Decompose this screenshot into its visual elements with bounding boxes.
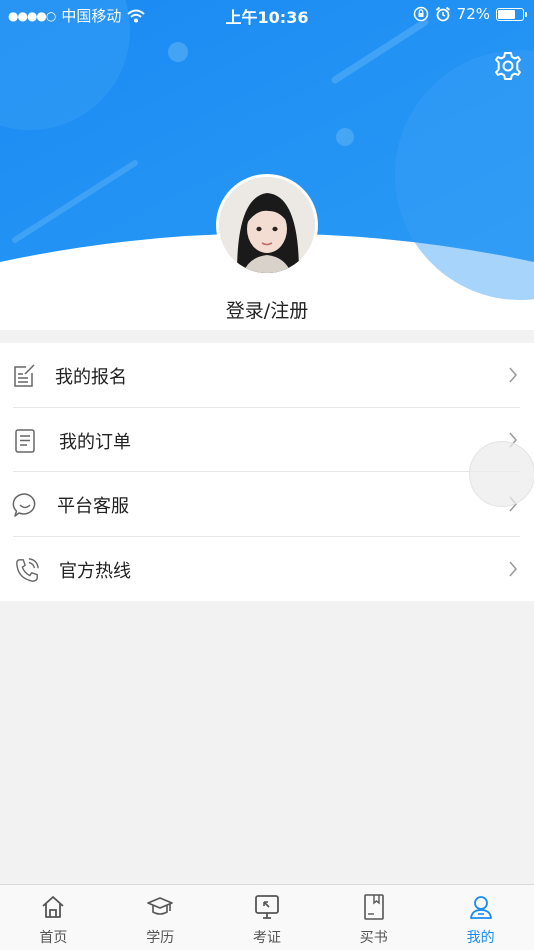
tab-label: 买书 [359,930,388,946]
tab-education[interactable]: 学历 [107,885,214,950]
phone-icon [16,557,39,582]
tab-label: 考证 [252,930,281,946]
book-icon [363,894,384,920]
menu-item-label: 我的订单 [59,431,131,453]
user-icon [469,896,492,919]
tab-label: 学历 [146,930,175,946]
alarm-icon [435,6,450,22]
profile-header: ●●●●○ 中国移动 上午10:36 72% 登录/注册 [0,0,534,330]
tab-books[interactable]: 买书 [320,885,427,950]
menu-item-label: 平台客服 [57,496,129,517]
chat-bubble-icon [12,493,36,517]
tab-home[interactable]: 首页 [0,885,107,950]
edit-note-icon [14,364,35,387]
chevron-right-icon [509,561,517,576]
tab-label: 首页 [39,930,68,946]
tab-certificate[interactable]: 考证 [214,885,321,950]
graduation-cap-icon [147,897,173,915]
menu-item-my-registration[interactable]: 我的报名 [0,343,534,408]
avatar[interactable] [216,174,318,276]
tab-label: 我的 [466,930,495,946]
avatar-photo-icon [219,177,315,273]
settings-gear-icon[interactable] [492,50,524,82]
menu-item-label: 官方热线 [59,560,131,582]
battery-icon [496,7,527,21]
certificate-monitor-icon [255,895,279,919]
tab-mine[interactable]: 我的 [427,885,534,950]
battery-percent: 72% [456,5,490,23]
login-register-link[interactable]: 登录/注册 [0,296,534,323]
header-background [0,0,534,300]
rotation-lock-icon [413,6,428,22]
tab-bar: 首页 学历 考证 买书 我的 [0,884,534,950]
menu-item-customer-service[interactable]: 平台客服 [0,472,534,537]
menu-list: 我的报名 我的订单 平台客服 官方热线 [0,343,534,601]
home-icon [42,896,64,918]
status-bar: ●●●●○ 中国移动 上午10:36 72% [0,0,534,28]
menu-item-my-orders[interactable]: 我的订单 [0,408,534,472]
chevron-right-icon [509,367,517,383]
battery-fill [498,9,515,19]
menu-item-official-hotline[interactable]: 官方热线 [0,537,534,602]
assistive-touch-button[interactable] [469,441,534,507]
menu-item-label: 我的报名 [55,367,127,388]
order-document-icon [15,428,35,453]
